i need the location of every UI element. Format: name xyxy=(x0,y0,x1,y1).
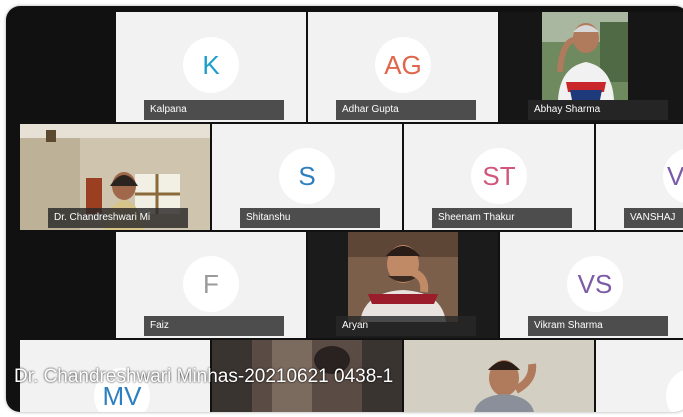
participant-name: Faiz xyxy=(144,316,284,336)
participant-name: Dr. Chandreshwari Mi xyxy=(48,208,188,228)
participant-name: Vikram Sharma xyxy=(528,316,668,336)
avatar: F xyxy=(183,256,239,312)
participant-tile-dr-chandreshwari[interactable]: Dr. Chandreshwari Mi xyxy=(20,124,210,230)
participant-tile-vanshaj[interactable]: V VANSHAJ xyxy=(596,124,683,230)
video-gallery: K Kalpana AG Adhar Gupta Abhay Sharma Dr… xyxy=(6,6,683,412)
avatar: VS xyxy=(567,256,623,312)
participant-tile-sheenam-thakur[interactable]: ST Sheenam Thakur xyxy=(404,124,594,230)
avatar: K xyxy=(183,37,239,93)
avatar: ST xyxy=(471,148,527,204)
avatar xyxy=(666,368,683,412)
participant-name: Sheenam Thakur xyxy=(432,208,572,228)
participant-name: Shitanshu xyxy=(240,208,380,228)
participant-tile-vikram-sharma[interactable]: VS Vikram Sharma xyxy=(500,232,683,338)
participant-name: Aryan xyxy=(336,316,476,336)
participant-tile-kalpana[interactable]: K Kalpana xyxy=(116,12,306,122)
participant-tile-faiz[interactable]: F Faiz xyxy=(116,232,306,338)
participant-name: Kalpana xyxy=(144,100,284,120)
participant-name: Abhay Sharma xyxy=(528,100,668,120)
participant-tile-adhar-gupta[interactable]: AG Adhar Gupta xyxy=(308,12,498,122)
video-feed xyxy=(404,340,594,412)
participant-tile-partial-4d[interactable] xyxy=(596,340,683,412)
participant-name: Adhar Gupta xyxy=(336,100,476,120)
participant-tile-video-4b[interactable] xyxy=(404,340,594,412)
avatar: AG xyxy=(375,37,431,93)
avatar: S xyxy=(279,148,335,204)
recording-caption: Dr. Chandreshwari Minhas-20210621 0438-1 xyxy=(14,366,394,387)
avatar: V xyxy=(663,148,683,204)
participant-name: VANSHAJ xyxy=(624,208,683,228)
participant-tile-aryan[interactable]: Aryan xyxy=(308,232,498,338)
participant-tile-abhay-sharma[interactable]: Abhay Sharma xyxy=(500,12,683,122)
participant-tile-shitanshu[interactable]: S Shitanshu xyxy=(212,124,402,230)
